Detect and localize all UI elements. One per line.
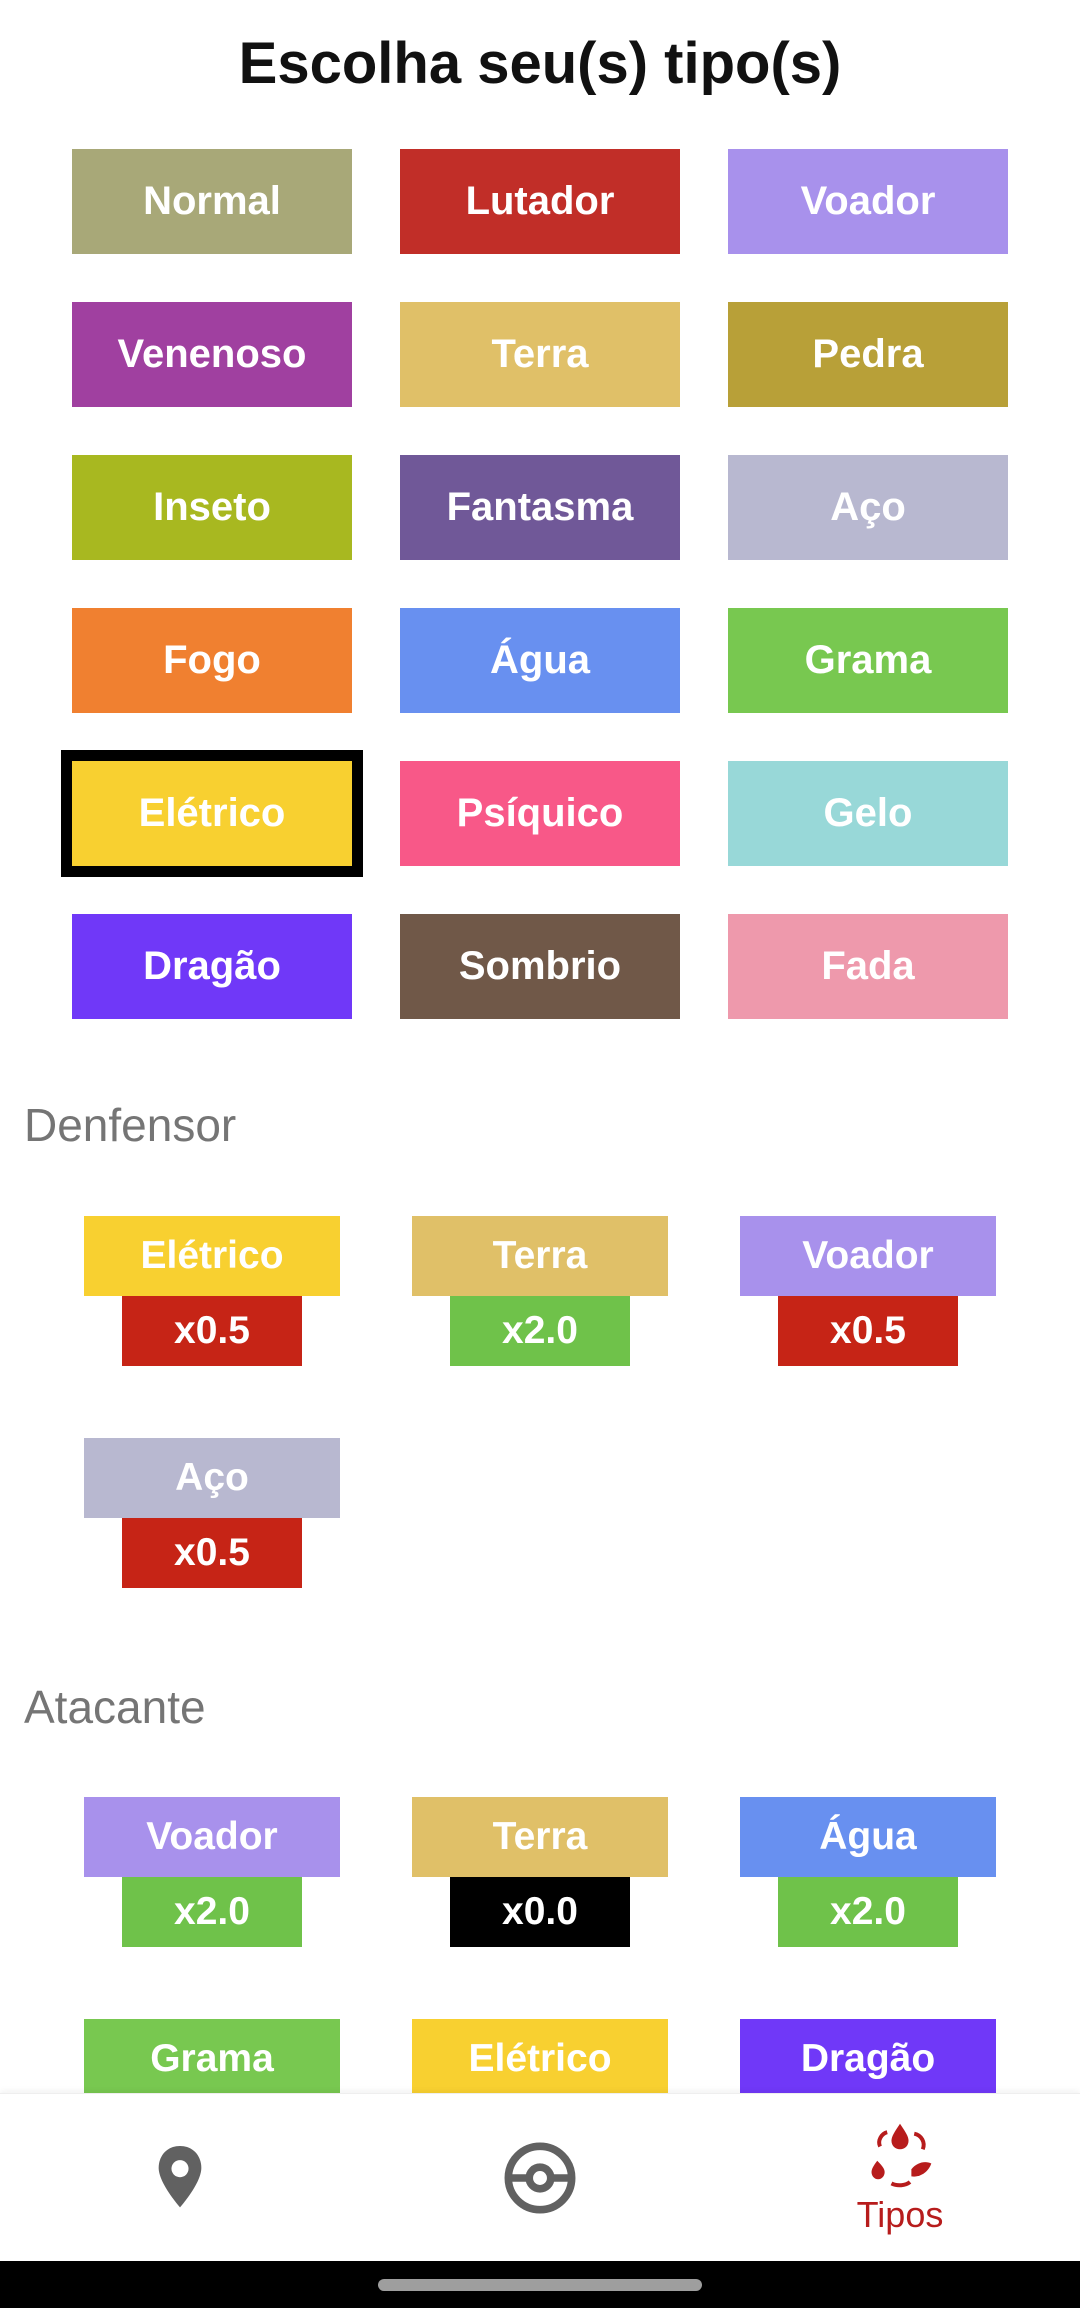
map-pin-icon [158, 2146, 202, 2208]
pokeball-icon [504, 2142, 576, 2214]
atacante-card-voador: Voador x2.0 [84, 1797, 340, 1947]
defensor-card-eletrico: Elétrico x0.5 [84, 1216, 340, 1366]
card-type-label: Elétrico [84, 1216, 340, 1296]
card-multiplier: x2.0 [450, 1296, 630, 1366]
type-button-terra[interactable]: Terra [400, 302, 680, 407]
card-type-label: Voador [740, 1216, 996, 1296]
type-button-fada[interactable]: Fada [728, 914, 1008, 1019]
card-type-label: Terra [412, 1797, 668, 1877]
card-type-label: Dragão [740, 2019, 996, 2093]
type-button-dragao[interactable]: Dragão [72, 914, 352, 1019]
nav-item-map[interactable] [0, 2094, 360, 2262]
type-button-inseto[interactable]: Inseto [72, 455, 352, 560]
type-button-aco[interactable]: Aço [728, 455, 1008, 560]
type-button-lutador[interactable]: Lutador [400, 149, 680, 254]
card-multiplier: x0.0 [450, 1877, 630, 1947]
nav-item-pokedex[interactable] [360, 2094, 720, 2262]
card-multiplier: x0.5 [122, 1296, 302, 1366]
type-button-sombrio[interactable]: Sombrio [400, 914, 680, 1019]
card-multiplier: x0.5 [778, 1296, 958, 1366]
nav-item-tipos[interactable]: Tipos [720, 2094, 1080, 2262]
card-type-label: Água [740, 1797, 996, 1877]
atacante-card-terra: Terra x0.0 [412, 1797, 668, 1947]
card-multiplier: x2.0 [122, 1877, 302, 1947]
types-cycle-icon [871, 2123, 932, 2188]
system-navigation-bar [0, 2261, 1080, 2308]
atacante-card-agua: Água x2.0 [740, 1797, 996, 1947]
atacante-section-label: Atacante [24, 1681, 206, 1733]
type-button-pedra[interactable]: Pedra [728, 302, 1008, 407]
home-indicator[interactable] [378, 2279, 702, 2291]
card-multiplier: x2.0 [778, 1877, 958, 1947]
card-type-label: Aço [84, 1438, 340, 1518]
card-type-label: Terra [412, 1216, 668, 1296]
type-button-agua[interactable]: Água [400, 608, 680, 713]
defensor-card-aco: Aço x0.5 [84, 1438, 340, 1588]
atacante-card-dragao: Dragão [740, 2019, 996, 2093]
nav-item-label: Tipos [856, 2194, 944, 2235]
type-button-fogo[interactable]: Fogo [72, 608, 352, 713]
page-title: Escolha seu(s) tipo(s) [238, 31, 842, 96]
defensor-card-terra: Terra x2.0 [412, 1216, 668, 1366]
types-screen[interactable]: Escolha seu(s) tipo(s) Normal Lutador Voad… [0, 0, 1080, 2093]
card-type-label: Voador [84, 1797, 340, 1877]
type-button-gelo[interactable]: Gelo [728, 761, 1008, 866]
type-button-fantasma[interactable]: Fantasma [400, 455, 680, 560]
type-button-normal[interactable]: Normal [72, 149, 352, 254]
defensor-section-label: Denfensor [24, 1099, 237, 1151]
card-multiplier: x0.5 [122, 1518, 302, 1588]
card-type-label: Grama [84, 2019, 340, 2093]
type-button-voador[interactable]: Voador [728, 149, 1008, 254]
atacante-card-eletrico: Elétrico [412, 2019, 668, 2093]
atacante-card-grama: Grama [84, 2019, 340, 2093]
card-type-label: Elétrico [412, 2019, 668, 2093]
type-button-psiquico[interactable]: Psíquico [400, 761, 680, 866]
type-button-grama[interactable]: Grama [728, 608, 1008, 713]
bottom-navigation: Tipos [0, 2093, 1080, 2261]
type-button-eletrico[interactable]: Elétrico [61, 750, 363, 877]
defensor-card-voador: Voador x0.5 [740, 1216, 996, 1366]
type-button-venenoso[interactable]: Venenoso [72, 302, 352, 407]
